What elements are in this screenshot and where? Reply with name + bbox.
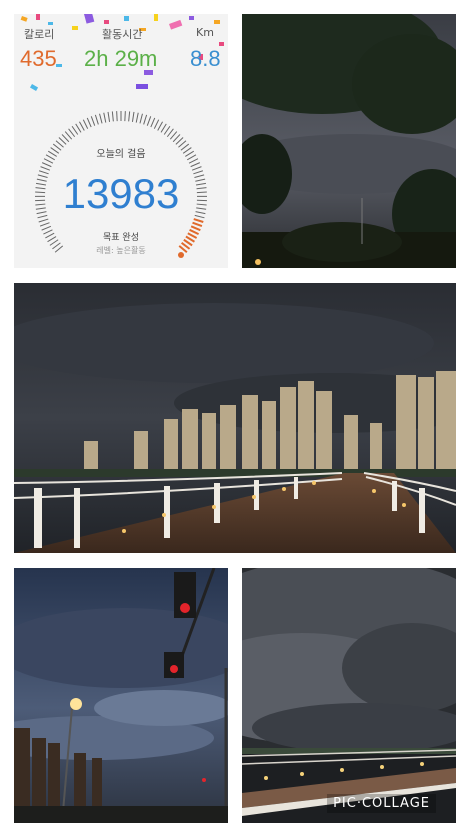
dial-tick: [75, 123, 82, 133]
dial-tick: [64, 131, 73, 140]
dial-tick: [124, 111, 126, 122]
tree-night-sky-image: [242, 14, 456, 268]
dial-tick: [38, 218, 49, 223]
dial-tick: [172, 134, 181, 143]
step-counter-app: 칼로리 활동시간 Km 435 2h 29m 8.8 오늘의 걸음 13983 …: [14, 14, 228, 268]
dial-tick: [103, 112, 107, 123]
dial-tick: [157, 121, 163, 131]
tree-night-sky-photo: [242, 14, 456, 268]
city-bridge-night-photo: [14, 283, 456, 553]
dial-tick: [41, 162, 52, 168]
step-count: 13983: [62, 170, 180, 217]
dial-tick: [160, 123, 167, 133]
dial-tick: [175, 137, 184, 145]
watermark-label: PIC·COLLAGE: [327, 794, 436, 813]
dial-tick: [90, 116, 96, 126]
dial-tick: [166, 128, 174, 138]
dial-title: 오늘의 걸음: [96, 149, 146, 160]
dial-tick: [111, 111, 114, 122]
dial-tick: [153, 119, 160, 129]
dial-tick: [193, 218, 204, 223]
dial-tick: [39, 222, 50, 227]
traffic-light-dusk-photo: [14, 568, 228, 823]
dial-tick: [107, 111, 111, 122]
dial-tick: [192, 221, 203, 228]
dial-tick: [116, 111, 118, 122]
traffic-light-dusk-image: [14, 568, 228, 823]
dial-tick: [58, 137, 67, 145]
dial-tick: [71, 125, 79, 135]
dial-tick: [139, 113, 143, 124]
dial-tick: [146, 116, 152, 126]
dial-tick: [150, 117, 156, 128]
dial-tick: [135, 112, 139, 123]
dial-tick: [163, 125, 171, 135]
dial-tick: [99, 113, 103, 124]
dial-tick: [128, 111, 131, 122]
dial-tick: [68, 128, 76, 138]
activity-level: 레벨: 높은활동: [96, 246, 146, 255]
cloudy-sky-bridge-photo: PIC·COLLAGE: [242, 568, 456, 823]
goal-status: 목표 완성: [103, 233, 139, 243]
city-bridge-night-image: [14, 283, 456, 553]
dial-tick: [190, 162, 201, 168]
dial-tick: [94, 114, 99, 125]
cloudy-sky-bridge-image: [242, 568, 456, 823]
dial-tick: [143, 114, 148, 125]
dial-tick: [82, 119, 89, 129]
dial-tick: [131, 111, 135, 122]
dial-tick: [61, 134, 70, 143]
dial-tick: [86, 117, 92, 128]
dial-tick: [79, 121, 85, 131]
dial-tick: [169, 131, 178, 140]
